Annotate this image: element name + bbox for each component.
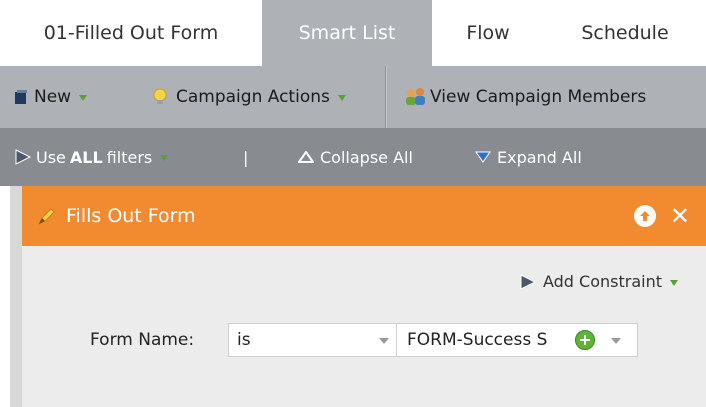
filter-logic-menu[interactable]: Use ALL filters: [14, 128, 169, 186]
filter-logic-prefix: Use: [36, 147, 66, 167]
form-name-label: Form Name:: [90, 330, 195, 350]
form-value-text: FORM-Success S: [407, 330, 548, 350]
dropdown-arrow-icon: [79, 95, 88, 101]
chevron-down-icon: [611, 338, 621, 344]
filter-bar: Use ALL filters | Collapse All Expand Al…: [0, 128, 706, 186]
filter-funnel-icon: [15, 149, 32, 165]
collapse-all-label: Collapse All: [320, 147, 413, 167]
operator-select[interactable]: is: [228, 323, 408, 357]
new-document-icon: [15, 90, 27, 104]
filter-logic-suffix: filters: [106, 147, 153, 167]
expand-all-label: Expand All: [497, 147, 582, 167]
add-value-icon[interactable]: [575, 330, 595, 350]
collapse-all-button[interactable]: Collapse All: [298, 128, 413, 186]
filter-card-title: Fills Out Form: [66, 205, 196, 227]
tab-bar: 01-Filled Out Form Smart List Flow Sched…: [0, 0, 706, 66]
smart-list-canvas: Fills Out Form ✕ Add Constraint Form Nam…: [10, 186, 706, 407]
pencil-form-icon: [37, 208, 55, 226]
constraint-row: Form Name: is FORM-Success S: [22, 320, 706, 360]
new-menu-button[interactable]: New: [14, 66, 88, 128]
tab-schedule[interactable]: Schedule: [544, 0, 706, 66]
toolbar-divider-highlight: [386, 66, 387, 128]
filter-funnel-icon: [520, 273, 537, 290]
lightbulb-icon: [153, 88, 167, 104]
filter-card-header[interactable]: Fills Out Form ✕: [22, 186, 706, 246]
toolbar: New Campaign Actions View Campaign Membe…: [0, 66, 706, 128]
filter-card-controls: ✕: [633, 186, 690, 246]
filter-logic-mode: ALL: [69, 147, 103, 167]
campaign-actions-label: Campaign Actions: [176, 87, 330, 107]
expand-all-button[interactable]: Expand All: [475, 128, 582, 186]
dropdown-arrow-icon: [160, 155, 169, 161]
dropdown-arrow-icon: [337, 95, 346, 101]
filter-bar-separator: |: [243, 147, 249, 167]
people-group-icon: [406, 88, 425, 105]
move-up-button[interactable]: [633, 205, 656, 227]
triangle-up-icon: [298, 151, 314, 163]
tab-campaign-name[interactable]: 01-Filled Out Form: [0, 0, 262, 66]
view-campaign-members-label: View Campaign Members: [430, 87, 647, 107]
filter-card: Fills Out Form ✕ Add Constraint Form Nam…: [22, 186, 706, 407]
chevron-down-icon: [379, 338, 389, 344]
campaign-actions-menu-button[interactable]: Campaign Actions: [152, 66, 346, 128]
add-constraint-label: Add Constraint: [542, 272, 662, 291]
form-value-select[interactable]: FORM-Success S: [396, 323, 638, 357]
arrow-up-icon: [639, 211, 650, 221]
operator-value: is: [237, 330, 251, 350]
dropdown-arrow-icon: [670, 279, 678, 286]
tab-flow[interactable]: Flow: [432, 0, 544, 66]
close-icon[interactable]: ✕: [670, 204, 690, 228]
new-label: New: [34, 87, 72, 107]
add-constraint-button[interactable]: Add Constraint: [519, 272, 678, 291]
triangle-down-icon: [475, 151, 491, 163]
tab-smart-list[interactable]: Smart List: [262, 0, 432, 66]
view-campaign-members-button[interactable]: View Campaign Members: [404, 66, 646, 128]
